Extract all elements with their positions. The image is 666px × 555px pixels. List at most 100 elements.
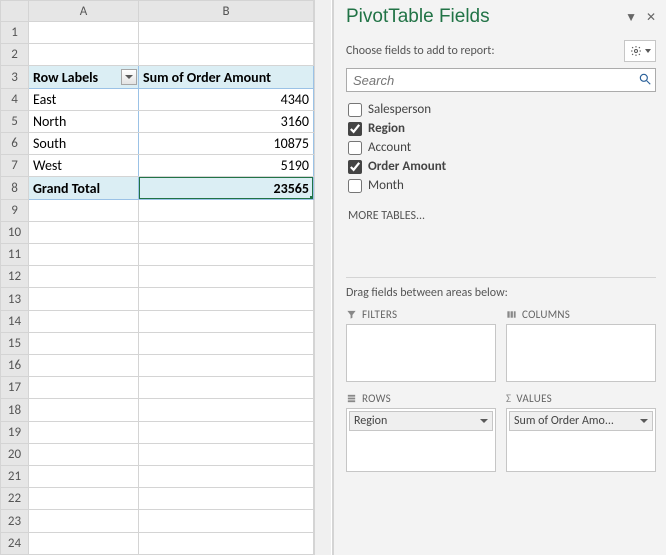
col-header-A[interactable]: A	[29, 1, 139, 22]
cell[interactable]	[139, 488, 314, 510]
row-header[interactable]: 17	[1, 377, 29, 399]
cell[interactable]	[139, 266, 314, 288]
pivot-row-label[interactable]: West	[29, 155, 139, 177]
cell[interactable]	[139, 22, 314, 44]
field-region[interactable]: Region	[346, 119, 656, 138]
cell[interactable]	[139, 221, 314, 243]
cell[interactable]	[139, 199, 314, 221]
cell[interactable]	[139, 288, 314, 310]
search-icon[interactable]	[638, 72, 652, 86]
cell[interactable]	[29, 332, 139, 354]
row-header[interactable]: 22	[1, 488, 29, 510]
cell[interactable]	[139, 310, 314, 332]
pivot-grand-total-label[interactable]: Grand Total	[29, 177, 139, 199]
cell[interactable]	[29, 288, 139, 310]
filters-drop-zone[interactable]	[346, 324, 496, 382]
row-header[interactable]: 3	[1, 66, 29, 88]
cell[interactable]	[29, 22, 139, 44]
row-header[interactable]: 2	[1, 44, 29, 66]
row-header[interactable]: 16	[1, 355, 29, 377]
field-checkbox[interactable]	[348, 141, 362, 155]
rows-drop-zone[interactable]: Region	[346, 408, 496, 472]
search-input[interactable]	[346, 68, 656, 92]
row-header[interactable]: 12	[1, 266, 29, 288]
pane-dropdown-icon[interactable]: ▼	[625, 11, 637, 25]
cell[interactable]	[139, 421, 314, 443]
more-tables-link[interactable]: MORE TABLES...	[346, 203, 656, 227]
vertical-scrollbar[interactable]	[314, 0, 331, 555]
cell[interactable]	[29, 310, 139, 332]
field-checkbox[interactable]	[348, 179, 362, 193]
cell[interactable]	[139, 244, 314, 266]
pivot-grand-total-value[interactable]: 23565	[139, 177, 314, 199]
cell[interactable]	[29, 377, 139, 399]
pivot-row-value[interactable]: 10875	[139, 133, 314, 155]
cell[interactable]	[29, 421, 139, 443]
row-header[interactable]: 8	[1, 177, 29, 199]
columns-drop-zone[interactable]	[506, 324, 656, 382]
cell[interactable]	[139, 355, 314, 377]
row-labels-filter-dropdown[interactable]	[121, 69, 137, 85]
pivot-row-label[interactable]: South	[29, 133, 139, 155]
cell[interactable]	[139, 532, 314, 554]
field-checkbox[interactable]	[348, 160, 362, 174]
field-month[interactable]: Month	[346, 176, 656, 195]
pivot-row-value[interactable]: 5190	[139, 155, 314, 177]
row-header[interactable]: 14	[1, 310, 29, 332]
fill-handle[interactable]	[310, 196, 314, 200]
grid-table[interactable]: A B 1 2 3 Row Labels Sum of Order Amount…	[0, 0, 314, 555]
row-header[interactable]: 15	[1, 332, 29, 354]
cell[interactable]	[29, 466, 139, 488]
values-drop-zone[interactable]: Sum of Order Amo...	[506, 408, 656, 472]
pivot-row-labels-header[interactable]: Row Labels	[29, 66, 139, 88]
cell[interactable]	[29, 399, 139, 421]
row-header[interactable]: 13	[1, 288, 29, 310]
close-icon[interactable]: ✕	[646, 11, 656, 25]
row-header[interactable]: 21	[1, 466, 29, 488]
pivot-value-header[interactable]: Sum of Order Amount	[139, 66, 314, 88]
cell[interactable]	[29, 510, 139, 532]
cell[interactable]	[139, 466, 314, 488]
row-header[interactable]: 1	[1, 22, 29, 44]
row-header[interactable]: 20	[1, 443, 29, 465]
cell[interactable]	[29, 199, 139, 221]
field-salesperson[interactable]: Salesperson	[346, 100, 656, 119]
pill-sum-order-amount[interactable]: Sum of Order Amo...	[509, 411, 653, 431]
row-header[interactable]: 24	[1, 532, 29, 554]
cell[interactable]	[139, 377, 314, 399]
select-all-corner[interactable]	[1, 1, 29, 22]
cell[interactable]	[139, 399, 314, 421]
cell[interactable]	[139, 332, 314, 354]
cell[interactable]	[29, 488, 139, 510]
row-header[interactable]: 23	[1, 510, 29, 532]
cell[interactable]	[29, 532, 139, 554]
cell[interactable]	[29, 355, 139, 377]
cell[interactable]	[139, 510, 314, 532]
pivot-row-value[interactable]: 4340	[139, 88, 314, 110]
row-header[interactable]: 18	[1, 399, 29, 421]
row-header[interactable]: 19	[1, 421, 29, 443]
field-checkbox[interactable]	[348, 103, 362, 117]
row-header[interactable]: 7	[1, 155, 29, 177]
cell[interactable]	[29, 443, 139, 465]
cell[interactable]	[29, 44, 139, 66]
col-header-B[interactable]: B	[139, 1, 314, 22]
field-order-amount[interactable]: Order Amount	[346, 157, 656, 176]
pill-region[interactable]: Region	[349, 411, 493, 431]
pivot-row-value[interactable]: 3160	[139, 110, 314, 132]
cell[interactable]	[139, 443, 314, 465]
row-header[interactable]: 11	[1, 244, 29, 266]
cell[interactable]	[29, 266, 139, 288]
row-header[interactable]: 4	[1, 88, 29, 110]
cell[interactable]	[139, 44, 314, 66]
cell[interactable]	[29, 244, 139, 266]
row-header[interactable]: 6	[1, 133, 29, 155]
row-header[interactable]: 9	[1, 199, 29, 221]
row-header[interactable]: 10	[1, 221, 29, 243]
row-header[interactable]: 5	[1, 110, 29, 132]
cell[interactable]	[29, 221, 139, 243]
gear-button[interactable]	[624, 40, 656, 62]
pivot-row-label[interactable]: East	[29, 88, 139, 110]
field-account[interactable]: Account	[346, 138, 656, 157]
field-checkbox[interactable]	[348, 122, 362, 136]
